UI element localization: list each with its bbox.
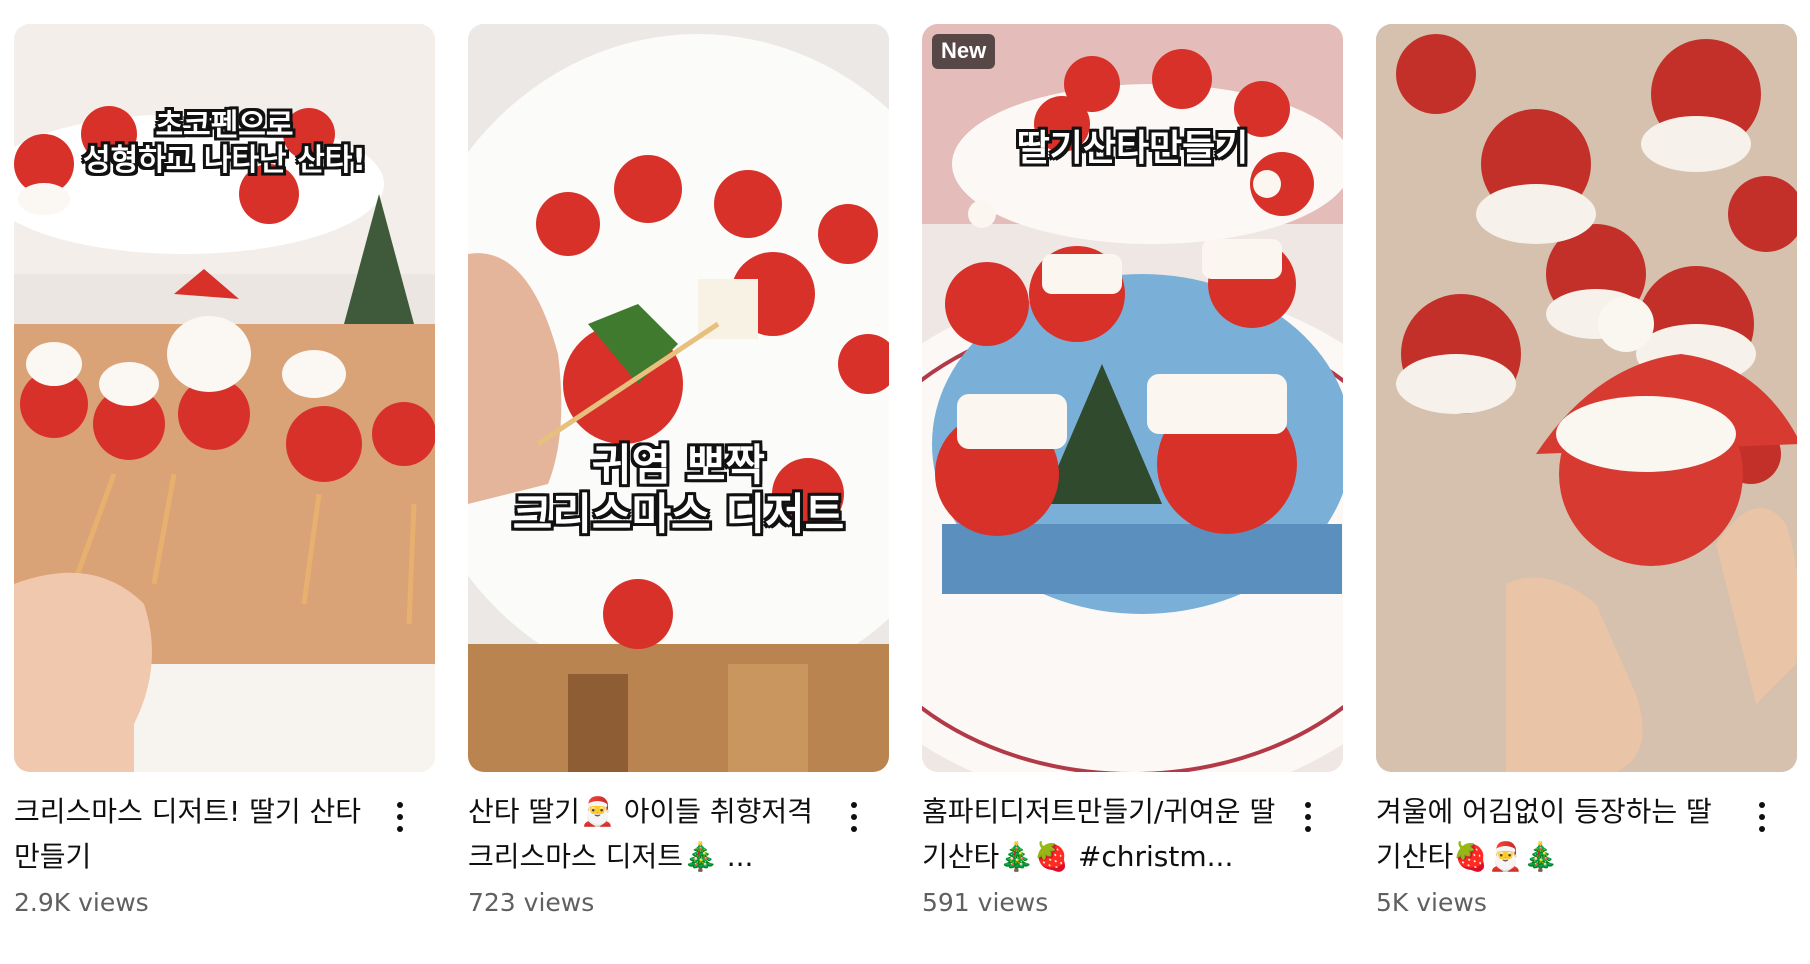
- thumbnail-image: [468, 24, 889, 772]
- short-card[interactable]: 겨울에 어김없이 등장하는 딸기산타🍓🎅🎄 5K views: [1376, 24, 1797, 929]
- more-vert-icon[interactable]: [1293, 795, 1323, 839]
- video-meta: 겨울에 어김없이 등장하는 딸기산타🍓🎅🎄 5K views: [1376, 789, 1797, 929]
- thumbnail[interactable]: New 딸기산타만들기: [922, 24, 1343, 772]
- video-meta: 홈파티디저트만들기/귀여운 딸기산타🎄🍓 #christm... 591 vie…: [922, 789, 1343, 929]
- short-card[interactable]: New 딸기산타만들기 홈파티디저트만들기/귀여운 딸기산타🎄🍓 #christ…: [922, 24, 1343, 929]
- view-count: 5K views: [1376, 888, 1487, 917]
- shorts-grid: 초코펜으로 성형하고 나타난 산타! 크리스마스 디저트! 딸기 산타 만들기 …: [14, 24, 1797, 929]
- view-count: 591 views: [922, 888, 1049, 917]
- short-card[interactable]: 귀염 뽀짝 크리스마스 디저트 산타 딸기🎅 아이들 취향저격 크리스마스 디저…: [468, 24, 889, 929]
- thumbnail-caption: 딸기산타만들기: [1016, 128, 1249, 169]
- view-count: 2.9K views: [14, 888, 149, 917]
- more-vert-icon[interactable]: [385, 795, 415, 839]
- video-title-text: 홈파티디저트만들기/귀여운 딸기산타🎄🍓 #christm...: [922, 795, 1276, 873]
- thumbnail[interactable]: [1376, 24, 1797, 772]
- more-vert-icon[interactable]: [1747, 795, 1777, 839]
- thumbnail[interactable]: 초코펜으로 성형하고 나타난 산타!: [14, 24, 435, 772]
- video-title[interactable]: 홈파티디저트만들기/귀여운 딸기산타🎄🍓 #christm...: [922, 789, 1277, 879]
- video-meta: 크리스마스 디저트! 딸기 산타 만들기 2.9K views: [14, 789, 435, 929]
- thumbnail-caption: 초코펜으로 성형하고 나타난 산타!: [83, 108, 366, 179]
- short-card[interactable]: 초코펜으로 성형하고 나타난 산타! 크리스마스 디저트! 딸기 산타 만들기 …: [14, 24, 435, 929]
- thumbnail[interactable]: 귀염 뽀짝 크리스마스 디저트: [468, 24, 889, 772]
- video-title[interactable]: 크리스마스 디저트! 딸기 산타 만들기: [14, 789, 369, 879]
- more-vert-icon[interactable]: [839, 795, 869, 839]
- view-count: 723 views: [468, 888, 595, 917]
- video-title[interactable]: 산타 딸기🎅 아이들 취향저격 크리스마스 디저트🎄 ...: [468, 789, 823, 879]
- video-meta: 산타 딸기🎅 아이들 취향저격 크리스마스 디저트🎄 ... 723 views: [468, 789, 889, 929]
- video-title[interactable]: 겨울에 어김없이 등장하는 딸기산타🍓🎅🎄: [1376, 789, 1731, 879]
- thumbnail-image: [1376, 24, 1797, 772]
- new-badge: New: [932, 34, 996, 69]
- thumbnail-caption: 귀염 뽀짝 크리스마스 디저트: [512, 441, 845, 541]
